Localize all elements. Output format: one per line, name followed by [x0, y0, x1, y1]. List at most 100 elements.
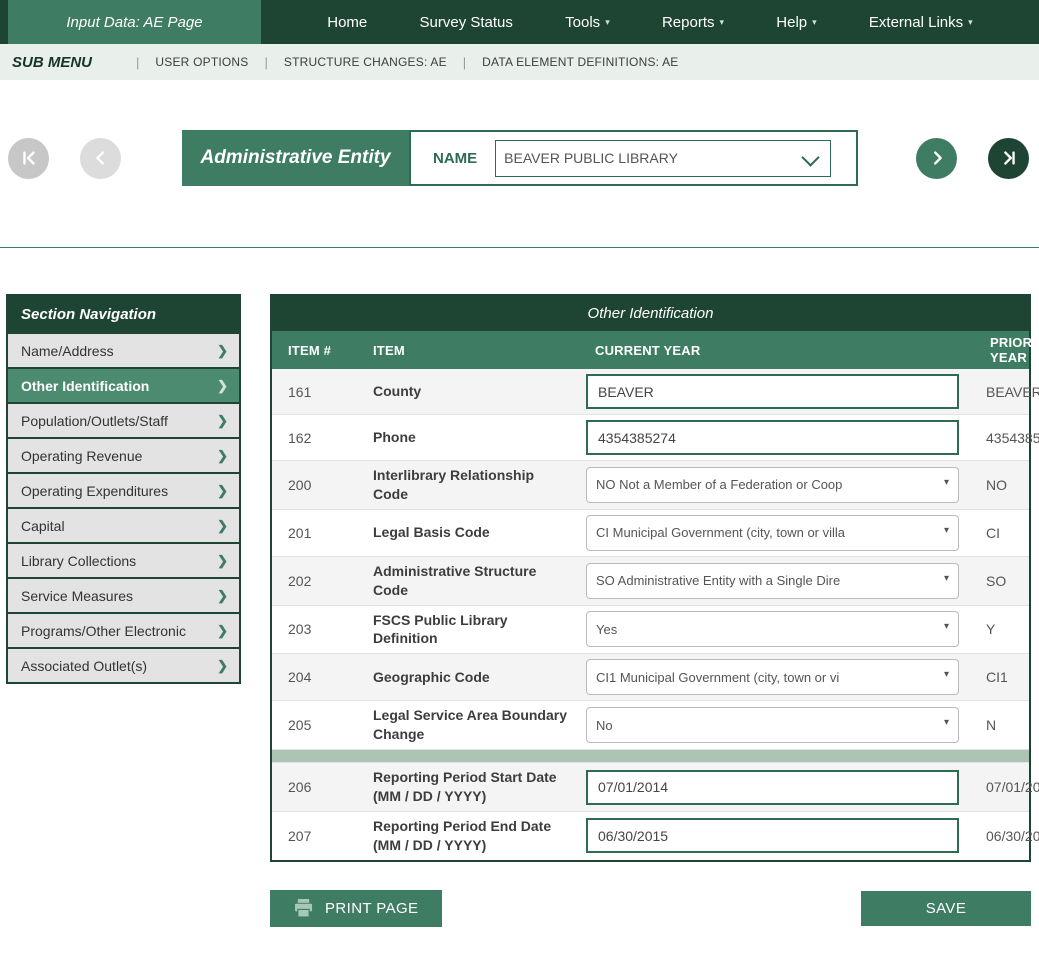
chevron-right-icon: ❯: [217, 588, 228, 604]
sidebar-item-label: Name/Address: [21, 343, 114, 359]
sidebar-item-operating-expenditures[interactable]: Operating Expenditures❯: [8, 472, 239, 507]
item-number: 206: [272, 779, 357, 795]
item-label: Reporting Period End Date (MM / DD / YYY…: [357, 817, 579, 855]
nav-help[interactable]: Help▾: [776, 14, 816, 31]
table-header-row: ITEM # ITEM CURRENT YEAR PRIOR YEAR: [272, 331, 1029, 369]
submenu-user-options[interactable]: USER OPTIONS: [155, 55, 248, 69]
sidebar-item-programs-other-electronic[interactable]: Programs/Other Electronic❯: [8, 612, 239, 647]
current-year-input[interactable]: [586, 420, 959, 455]
nav-tools[interactable]: Tools▾: [565, 14, 610, 31]
chevron-right-icon: ❯: [217, 378, 228, 394]
save-button[interactable]: SAVE: [861, 891, 1031, 926]
entity-name-box: NAME BEAVER PUBLIC LIBRARY: [409, 130, 858, 186]
item-label: Reporting Period Start Date (MM / DD / Y…: [357, 768, 579, 806]
current-year-select[interactable]: CI Municipal Government (city, town or v…: [586, 515, 959, 551]
section-navigation-title: Section Navigation: [8, 296, 239, 332]
sidebar-item-capital[interactable]: Capital ❯: [8, 507, 239, 542]
action-buttons-row: PRINT PAGE SAVE: [270, 890, 1031, 927]
sidebar-item-population-outlets-staff[interactable]: Population/Outlets/Staff ❯: [8, 402, 239, 437]
current-year-input[interactable]: [586, 770, 959, 805]
current-year-input[interactable]: [586, 818, 959, 853]
chevron-right-icon: ❯: [217, 553, 228, 569]
caret-down-icon: ▾: [812, 17, 817, 28]
table-row: 200 Interlibrary Relationship Code NO No…: [272, 460, 1029, 509]
table-row: 206 Reporting Period Start Date (MM / DD…: [272, 762, 1029, 811]
prior-year-value: 07/01/2014: [974, 779, 1039, 795]
table-row: 207 Reporting Period End Date (MM / DD /…: [272, 811, 1029, 860]
separator: |: [463, 55, 466, 70]
sidebar-item-name-address[interactable]: Name/Address❯: [8, 332, 239, 367]
submenu-structure-changes[interactable]: STRUCTURE CHANGES: AE: [284, 55, 447, 69]
current-year-input[interactable]: [586, 374, 959, 409]
current-year-select[interactable]: NO Not a Member of a Federation or Coop: [586, 467, 959, 503]
separator: |: [136, 55, 139, 70]
current-year-select[interactable]: No: [586, 707, 959, 743]
table-row: 204 Geographic Code CI1 Municipal Govern…: [272, 653, 1029, 700]
col-prior-year: PRIOR YEAR: [974, 335, 1032, 365]
last-record-button[interactable]: [988, 138, 1029, 179]
caret-down-icon: ▾: [720, 17, 725, 28]
sidebar-item-label: Capital: [21, 518, 65, 534]
table-row: 162 Phone 4354385274: [272, 414, 1029, 460]
sidebar-item-label: Population/Outlets/Staff: [21, 413, 168, 429]
printer-icon: [294, 899, 313, 917]
sidebar-item-associated-outlets[interactable]: Associated Outlet(s)❯: [8, 647, 239, 682]
table-row: 201 Legal Basis Code CI Municipal Govern…: [272, 509, 1029, 556]
previous-record-icon: [91, 148, 111, 168]
chevron-right-icon: ❯: [217, 658, 228, 674]
previous-record-button[interactable]: [80, 138, 121, 179]
main-content: Section Navigation Name/Address❯ Other I…: [0, 294, 1039, 862]
current-year-select[interactable]: Yes: [586, 611, 959, 647]
table-row: 205 Legal Service Area Boundary Change N…: [272, 700, 1029, 749]
item-label: Phone: [357, 428, 579, 447]
item-number: 207: [272, 828, 357, 844]
chevron-right-icon: ❯: [217, 413, 228, 429]
current-year-select[interactable]: SO Administrative Entity with a Single D…: [586, 563, 959, 599]
prior-year-value: NO: [974, 477, 1029, 493]
item-number: 205: [272, 717, 357, 733]
prior-year-value: CI: [974, 525, 1029, 541]
chevron-right-icon: ❯: [217, 518, 228, 534]
item-number: 162: [272, 430, 357, 446]
item-number: 204: [272, 669, 357, 685]
entity-name-select[interactable]: BEAVER PUBLIC LIBRARY: [495, 140, 831, 177]
current-year-select[interactable]: CI1 Municipal Government (city, town or …: [586, 659, 959, 695]
caret-down-icon: ▾: [968, 17, 973, 28]
sidebar-item-other-identification[interactable]: Other Identification❯: [8, 367, 239, 402]
last-record-icon: [999, 148, 1019, 168]
select-wrap: CI1 Municipal Government (city, town or …: [586, 659, 959, 695]
nav-tools-label: Tools: [565, 14, 600, 31]
tab-input-data-ae-page[interactable]: Input Data: AE Page: [8, 0, 261, 44]
item-label: County: [357, 382, 579, 401]
item-label: Interlibrary Relationship Code: [357, 466, 579, 504]
sidebar-item-label: Service Measures: [21, 588, 133, 604]
nav-home[interactable]: Home: [327, 14, 367, 31]
submenu-data-element-definitions[interactable]: DATA ELEMENT DEFINITIONS: AE: [482, 55, 678, 69]
col-current-year: CURRENT YEAR: [579, 343, 974, 358]
print-page-label: PRINT PAGE: [325, 900, 418, 917]
sidebar-item-library-collections[interactable]: Library Collections❯: [8, 542, 239, 577]
nav-survey-status[interactable]: Survey Status: [420, 14, 513, 31]
sidebar-item-service-measures[interactable]: Service Measures ❯: [8, 577, 239, 612]
prior-year-value: Y: [974, 621, 1029, 637]
top-nav-bar: Input Data: AE Page Home Survey Status T…: [0, 0, 1039, 44]
nav-reports[interactable]: Reports▾: [662, 14, 724, 31]
col-item-number: ITEM #: [272, 343, 357, 358]
item-label: Administrative Structure Code: [357, 562, 579, 600]
prior-year-value: SO: [974, 573, 1029, 589]
select-wrap: Yes: [586, 611, 959, 647]
print-page-button[interactable]: PRINT PAGE: [270, 890, 442, 927]
nav-external-links[interactable]: External Links ▾: [869, 14, 973, 31]
prior-year-value: 06/30/2015: [974, 828, 1039, 844]
first-record-button[interactable]: [8, 138, 49, 179]
nav-external-links-label: External Links: [869, 14, 963, 31]
item-label: Legal Service Area Boundary Change: [357, 706, 579, 744]
chevron-right-icon: ❯: [217, 448, 228, 464]
sidebar-item-operating-revenue[interactable]: Operating Revenue❯: [8, 437, 239, 472]
item-number: 161: [272, 384, 357, 400]
sub-menu-title: SUB MENU: [12, 54, 92, 71]
item-label: Geographic Code: [357, 668, 579, 687]
next-record-button[interactable]: [916, 138, 957, 179]
other-identification-panel: Other Identification ITEM # ITEM CURRENT…: [270, 294, 1031, 862]
col-item: ITEM: [357, 343, 579, 358]
